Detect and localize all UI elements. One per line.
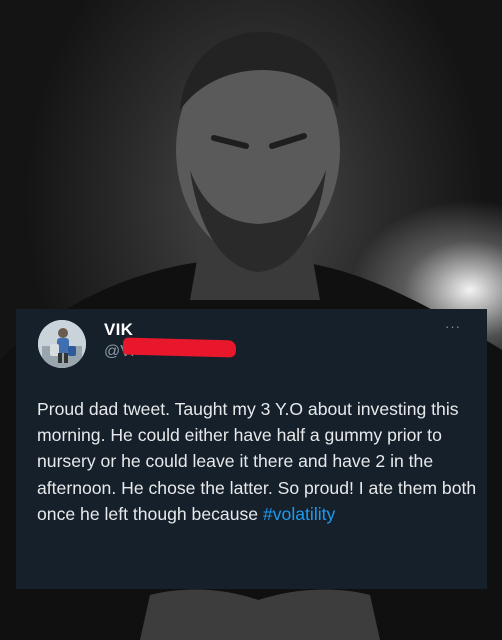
avatar-image: [38, 320, 86, 368]
tweet-body: Proud dad tweet. Taught my 3 Y.O about i…: [37, 399, 477, 524]
handle-redaction-scribble: [122, 337, 237, 358]
more-icon[interactable]: ···: [445, 320, 461, 333]
avatar[interactable]: [38, 320, 86, 368]
hashtag-link[interactable]: #volatility: [263, 504, 335, 524]
tweet-text: Proud dad tweet. Taught my 3 Y.O about i…: [37, 396, 477, 527]
tweet-card[interactable]: VIK @Vi ··· Proud dad tweet. Taught my 3…: [16, 309, 487, 589]
